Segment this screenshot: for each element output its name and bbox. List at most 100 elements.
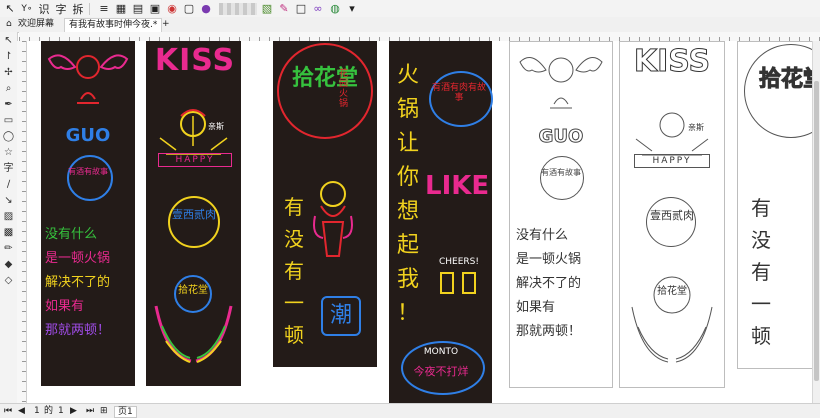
separator	[89, 2, 90, 15]
wings-illustration	[154, 275, 233, 363]
slogan-char: 有	[284, 259, 304, 283]
monto-label: MONTO	[423, 347, 459, 357]
text-tool-icon[interactable]: 字	[2, 162, 15, 175]
select-tool-icon[interactable]: ↖	[2, 34, 15, 47]
slogan-line: 解决不了的	[45, 275, 111, 290]
text-tool-icon[interactable]: ≡	[97, 1, 111, 16]
color-icon[interactable]: ◉	[165, 1, 179, 16]
grid-icon[interactable]: ▦	[114, 1, 128, 16]
status-bar: ⏮ ◀ 1 的 1 ▶ ⏭ ⊞ 页1	[0, 403, 820, 418]
link-icon[interactable]: ∞	[311, 1, 325, 16]
slogan-line: 没有什么	[45, 227, 98, 242]
toolbar-item-1[interactable]: 识	[37, 1, 51, 16]
freehand-tool-icon[interactable]: ✒	[2, 98, 15, 111]
crop-tool-icon[interactable]: ✢	[2, 66, 15, 79]
kiss-sub: 亲斯	[208, 122, 224, 131]
badge-ring	[67, 155, 113, 201]
slogan-line: 没有什么	[516, 228, 569, 243]
image-icon[interactable]: ▧	[260, 1, 274, 16]
eyedropper-tool-icon[interactable]: ✏	[2, 242, 15, 255]
slogan-char: 顿	[751, 324, 771, 348]
banner-remember[interactable]: 火 锅 让 你 想 起 我 ！ 有酒有肉有故事 LIKE CHEERS! MON…	[389, 41, 493, 403]
slogan-char: 想	[396, 199, 419, 224]
vertical-scrollbar[interactable]	[812, 41, 820, 403]
zoom-tool-icon[interactable]: ⌕	[2, 82, 15, 95]
rectangle-tool-icon[interactable]: ▭	[2, 114, 15, 127]
page-tab[interactable]: 页1	[114, 406, 137, 418]
prev-page-icon[interactable]: ◀	[18, 406, 25, 416]
tab-welcome[interactable]: 欢迎屏幕	[14, 18, 58, 31]
globe-icon[interactable]: ◍	[328, 1, 342, 16]
blurred-region	[219, 2, 257, 15]
banner-kiss-outline[interactable]: KISS 亲斯 HAPPY 壹西贰肉 拾花堂	[619, 41, 725, 388]
layout-icon[interactable]: ▣	[148, 1, 162, 16]
banner-kiss[interactable]: KISS 亲斯 HAPPY 壹西贰肉 拾花堂	[146, 41, 241, 386]
polygon-tool-icon[interactable]: ☆	[2, 146, 15, 159]
vertical-slogan: 火 锅 让 你 想 起 我 ！	[393, 59, 423, 331]
mascot-illustration	[313, 181, 353, 257]
ellipse-tool-icon[interactable]: ◯	[2, 130, 15, 143]
logo-guo: GUO	[65, 125, 111, 146]
next-page-icon[interactable]: ▶	[70, 406, 77, 416]
badge-text: 有酒有肉有故事	[431, 83, 486, 103]
banner-guo[interactable]: GUO 有酒有故事 没有什么 是一顿火锅 解决不了的 如果有 那就两顿！	[41, 41, 135, 386]
export-icon[interactable]: □	[294, 1, 308, 16]
meat-ring-outline	[646, 197, 696, 247]
spacer-icon[interactable]: ▢	[182, 1, 196, 16]
chao-badge: 潮	[321, 296, 361, 336]
page-current: 1	[34, 406, 40, 416]
blend-tool-icon[interactable]: ▨	[2, 210, 15, 223]
slogan-1: 没有什么 是一顿火锅 解决不了的 如果有 那就两顿！	[45, 223, 135, 343]
logo-title: 拾花堂	[291, 66, 358, 91]
slogan-char: 没	[751, 228, 771, 252]
first-page-icon[interactable]: ⏮	[4, 406, 12, 416]
slogan-char: 一	[284, 291, 304, 315]
add-tab-icon[interactable]: +	[158, 18, 174, 31]
slogan-line: 解决不了的	[516, 276, 582, 291]
slogan-outline: 没有什么 是一顿火锅 解决不了的 如果有 那就两顿！	[516, 224, 612, 344]
happy-label: HAPPY	[158, 153, 232, 167]
vertical-ruler	[17, 41, 27, 403]
shape-tool-icon[interactable]: ↾	[2, 50, 15, 63]
night-label: 今夜不打烊	[413, 365, 469, 378]
banner-shihuatang-outline[interactable]: 拾花堂 有 没 有 一 顿	[737, 41, 812, 369]
brush-icon[interactable]: ✎	[277, 1, 291, 16]
slogan-char: 起	[396, 233, 419, 258]
scrollbar-thumb[interactable]	[814, 81, 819, 381]
tab-document[interactable]: 有我有故事时伸今夜.*	[64, 18, 163, 32]
last-page-icon[interactable]: ⏭	[86, 406, 94, 416]
bezier-icon[interactable]: Y∘	[20, 1, 34, 16]
toolbar-item-3[interactable]: 拆	[71, 1, 85, 16]
outline-tool-icon[interactable]: ◇	[2, 274, 15, 287]
slogan-char: 我	[396, 267, 419, 292]
slogan-line: 那就两顿！	[516, 324, 582, 339]
banner-guo-outline[interactable]: GUO 有酒有故事 没有什么 是一顿火锅 解决不了的 如果有 那就两顿！	[509, 41, 613, 388]
slogan-char: 你	[396, 165, 419, 190]
slogan-char: 顿	[284, 323, 304, 347]
connector-tool-icon[interactable]: ↘	[2, 194, 15, 207]
badge-text: 有酒有故事	[68, 167, 108, 176]
kiss-sub-outline: 亲斯	[688, 123, 704, 132]
slogan-char: 一	[751, 292, 771, 316]
slogan-line: 是一顿火锅	[516, 252, 582, 267]
badge-ring-outline	[540, 156, 584, 200]
badge-text-outline: 有酒有故事	[541, 168, 581, 177]
line-tool-icon[interactable]: ∕	[2, 178, 15, 191]
drawing-canvas[interactable]: GUO 有酒有故事 没有什么 是一顿火锅 解决不了的 如果有 那就两顿！ KIS…	[27, 41, 812, 403]
fill-tool-icon[interactable]: ◆	[2, 258, 15, 271]
table-icon[interactable]: ▤	[131, 1, 145, 16]
toolbar-item-2[interactable]: 字	[54, 1, 68, 16]
banner-shihuatang[interactable]: 拾花堂 花园火锅 有 没 有 一 顿 潮	[273, 41, 377, 367]
slogan-line: 如果有	[516, 300, 556, 315]
kiss-title-outline: KISS	[633, 44, 711, 80]
slogan-char: ！	[396, 301, 419, 326]
top-toolbar: ↖ Y∘ 识 字 拆 ≡ ▦ ▤ ▣ ◉ ▢ ● ▧ ✎ □ ∞ ◍ ▾	[0, 0, 820, 18]
wings-outline	[631, 276, 713, 363]
palette-icon[interactable]: ●	[199, 1, 213, 16]
arrow-icon[interactable]: ▾	[345, 1, 359, 16]
pointer-icon[interactable]: ↖	[3, 1, 17, 16]
logo-title-outline: 拾花堂	[758, 67, 812, 92]
add-page-icon[interactable]: ⊞	[100, 406, 108, 416]
logo-sub: 花园火锅	[339, 69, 349, 109]
transparency-tool-icon[interactable]: ▩	[2, 226, 15, 239]
